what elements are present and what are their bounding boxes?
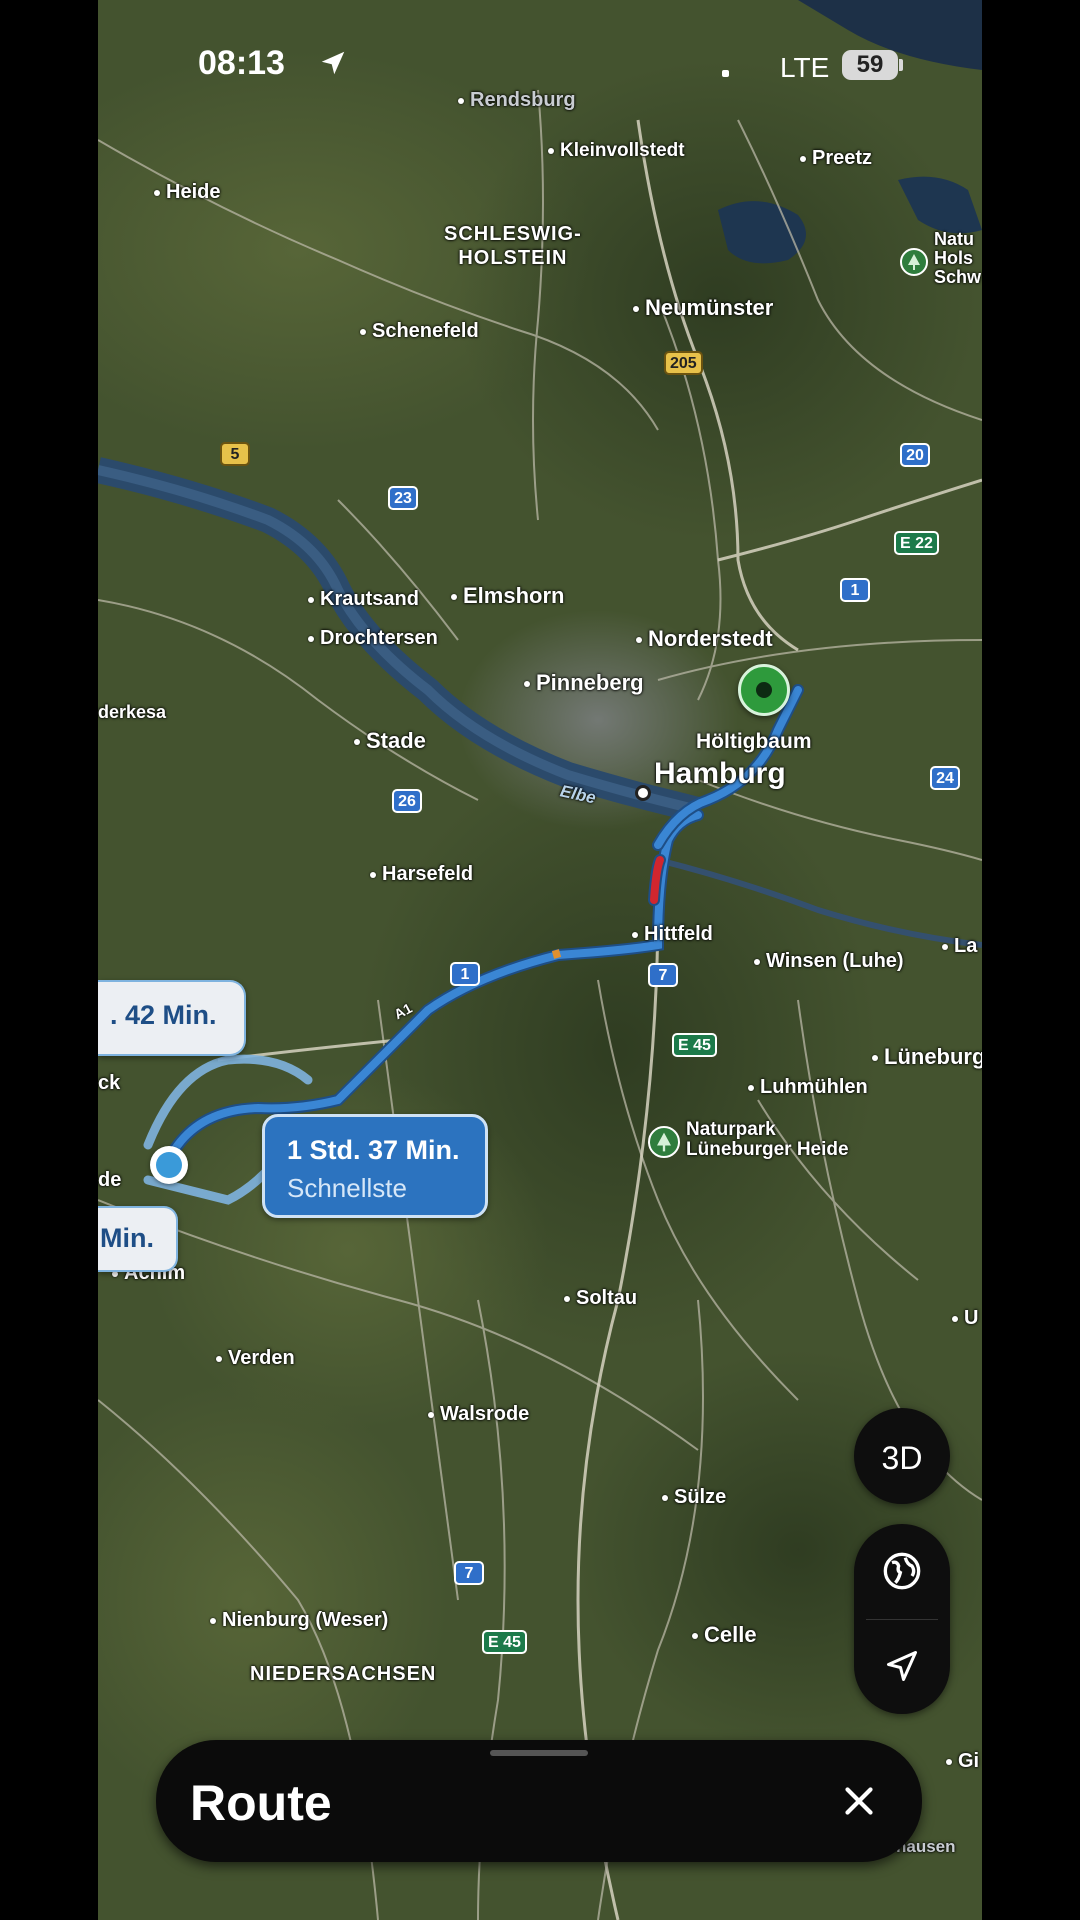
region-label: SCHLESWIG- HOLSTEIN [444, 223, 582, 269]
location-arrow-icon[interactable] [854, 1620, 950, 1714]
route-callout-alt1[interactable]: . 42 Min. [98, 980, 246, 1056]
road-shield: 20 [900, 443, 930, 467]
road-shield: 5 [220, 442, 250, 466]
road-shield: E 45 [672, 1033, 717, 1057]
place-label: de [98, 1169, 122, 1191]
region-label: NIEDERSACHSEN [250, 1663, 437, 1685]
place-label: Elmshorn [451, 585, 564, 607]
place-label: Nienburg (Weser) [210, 1610, 388, 1630]
park-label: Natu Hols Schw [934, 229, 982, 287]
place-label: La [942, 936, 977, 956]
place-label: Stade [354, 730, 426, 752]
place-label: Luhmühlen [748, 1077, 868, 1097]
place-label: Soltau [564, 1288, 637, 1308]
road-shield: 23 [388, 486, 418, 510]
place-label: U [952, 1308, 978, 1328]
map-screen[interactable]: Rendsburg Kleinvollstedt Preetz Heide Ne… [98, 0, 982, 1920]
hamburg-marker [635, 785, 651, 801]
place-label: Verden [216, 1348, 295, 1368]
network-type: LTE [780, 52, 830, 83]
3d-button[interactable]: 3D [854, 1408, 950, 1504]
current-location-dot [150, 1146, 188, 1184]
road-shield: 205 [664, 351, 703, 375]
road-shield: 26 [392, 789, 422, 813]
close-icon[interactable] [836, 1778, 882, 1824]
road-shield: 7 [648, 963, 678, 987]
status-time: 08:13 [198, 44, 285, 82]
park-label: Naturpark Lüneburger Heide [686, 1119, 849, 1160]
place-label: Lüneburg [872, 1046, 982, 1068]
road-shield: 1 [840, 578, 870, 602]
map-controls-group [854, 1524, 950, 1714]
place-label: ck [98, 1072, 121, 1094]
route-callout-alt2[interactable]: Min. [98, 1206, 178, 1272]
place-label: Gi [946, 1751, 979, 1771]
road-shield: E 45 [482, 1630, 527, 1654]
place-label: Heide [154, 182, 220, 202]
place-label: Harsefeld [370, 864, 473, 884]
signal-icon [722, 70, 729, 77]
battery-icon: 59 [842, 50, 898, 80]
place-label: derkesa [98, 702, 167, 722]
sheet-grabber[interactable] [490, 1750, 588, 1756]
battery-tip [899, 59, 903, 71]
place-label: Winsen (Luhe) [754, 951, 904, 971]
road-shield: 24 [930, 766, 960, 790]
road-shield: E 22 [894, 531, 939, 555]
road-shield: 1 [450, 962, 480, 986]
road-shield: 7 [454, 1561, 484, 1585]
place-label: Pinneberg [524, 672, 644, 694]
place-label: Sülze [662, 1487, 726, 1507]
hamburg-label: Hamburg [654, 757, 786, 790]
place-label: Drochtersen [308, 628, 438, 648]
place-label: Krautsand [308, 589, 419, 609]
route-callout-fastest[interactable]: 1 Std. 37 Min. Schnellste [262, 1114, 488, 1218]
place-label: Neumünster [633, 297, 773, 319]
place-label: Schenefeld [360, 321, 479, 341]
globe-icon[interactable] [854, 1524, 950, 1618]
route-sheet[interactable]: Route [156, 1740, 922, 1862]
place-label: Kleinvollstedt [548, 141, 685, 160]
place-label: Celle [692, 1624, 757, 1646]
place-label: Hittfeld [632, 924, 713, 944]
park-icon[interactable] [648, 1126, 680, 1158]
place-label: Höltigbaum [696, 730, 812, 753]
park-icon[interactable] [900, 248, 928, 276]
place-label: Rendsburg [458, 90, 576, 110]
destination-pin[interactable] [738, 664, 790, 716]
place-label: Walsrode [428, 1404, 529, 1424]
place-label: Norderstedt [636, 628, 773, 650]
place-label: Preetz [800, 148, 872, 168]
sheet-title: Route [190, 1775, 332, 1831]
location-arrow-icon [318, 48, 348, 83]
